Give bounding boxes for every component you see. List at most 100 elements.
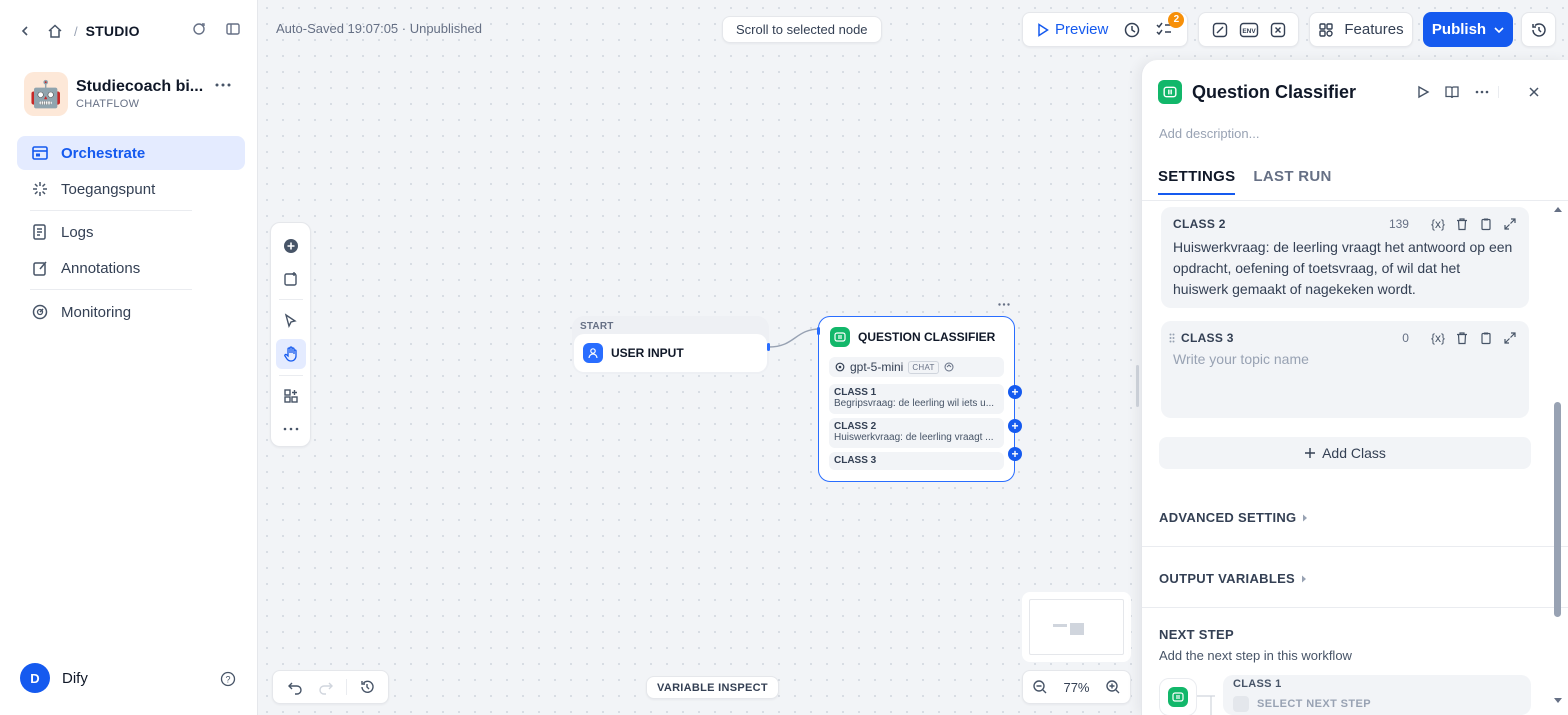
hand-icon[interactable] — [275, 339, 306, 369]
more-icon[interactable] — [276, 415, 306, 444]
divider — [1142, 200, 1568, 201]
nav-orchestrate[interactable]: Orchestrate — [17, 136, 245, 170]
nav-monitoring[interactable]: Monitoring — [17, 295, 245, 329]
orchestrate-icon — [31, 144, 49, 162]
class-text[interactable]: Huiswerkvraag: de leerling vraagt het an… — [1173, 237, 1517, 300]
plus-icon — [1305, 448, 1316, 458]
checklist-icon[interactable]: 2 — [1150, 11, 1185, 44]
add-next-node-handle[interactable]: + — [1008, 419, 1022, 433]
expand-icon[interactable] — [1503, 331, 1517, 345]
topic-name-input[interactable]: Write your topic name — [1173, 351, 1517, 367]
divider — [30, 289, 192, 290]
chevron-left-icon[interactable] — [14, 20, 36, 42]
output-variables-toggle[interactable]: OUTPUT VARIABLES — [1159, 571, 1307, 586]
history-icon — [1531, 22, 1546, 37]
undo-icon[interactable] — [284, 676, 306, 698]
checklist-badge: 2 — [1168, 11, 1185, 28]
home-icon[interactable] — [44, 20, 66, 42]
add-class-button[interactable]: Add Class — [1159, 437, 1531, 469]
model-selector[interactable]: gpt-5-mini CHAT — [829, 357, 1004, 377]
class-card[interactable]: CLASS 2 139 {x} Huiswerkvraag: de leerli… — [1161, 207, 1529, 308]
zoom-out-icon[interactable] — [1029, 676, 1051, 698]
section-title: OUTPUT VARIABLES — [1159, 571, 1296, 586]
section-title: ADVANCED SETTING — [1159, 510, 1297, 525]
publish-button[interactable]: Publish — [1423, 12, 1513, 47]
scrollbar-thumb[interactable] — [1554, 402, 1561, 617]
nav-toegangspunt[interactable]: Toegangspunt — [17, 172, 245, 206]
minimap[interactable] — [1022, 592, 1131, 662]
expand-icon[interactable] — [1503, 217, 1517, 231]
variable-inspect-button[interactable]: VARIABLE INSPECT — [646, 676, 779, 699]
divider — [30, 210, 192, 211]
add-next-node-handle[interactable]: + — [1008, 385, 1022, 399]
redo-icon[interactable] — [315, 676, 337, 698]
start-node[interactable]: START USER INPUT — [572, 316, 770, 374]
debug-icon[interactable] — [1207, 16, 1232, 44]
more-icon[interactable] — [212, 74, 234, 96]
nav-logs[interactable]: Logs — [17, 215, 245, 249]
sync-icon[interactable] — [188, 18, 210, 40]
divider — [278, 299, 303, 301]
insert-variable-icon[interactable]: {x} — [1431, 331, 1445, 345]
help-icon[interactable]: ? — [217, 668, 239, 690]
preview-button[interactable]: Preview — [1031, 21, 1114, 38]
copy-icon[interactable] — [1479, 217, 1493, 231]
user-input-icon — [583, 343, 603, 363]
drag-handle-icon[interactable] — [1169, 333, 1175, 343]
nav-annotations[interactable]: Annotations — [17, 251, 245, 285]
delete-icon[interactable] — [1455, 331, 1469, 345]
version-history-button[interactable] — [1521, 12, 1556, 47]
zoom-controls: 77% — [1022, 670, 1131, 704]
select-next-step-label: SELECT NEXT STEP — [1257, 698, 1371, 710]
scroll-down-icon[interactable] — [1553, 697, 1563, 704]
divider — [345, 679, 347, 695]
insert-variable-icon[interactable]: {x} — [1431, 217, 1445, 231]
help-doc-icon[interactable] — [1441, 81, 1463, 103]
more-icon[interactable] — [995, 297, 1013, 311]
tab-settings[interactable]: SETTINGS — [1158, 168, 1236, 195]
panel-resize-handle[interactable] — [1136, 365, 1139, 407]
zoom-in-icon[interactable] — [1102, 676, 1124, 698]
features-button[interactable]: Features — [1309, 12, 1413, 47]
next-step-branch: CLASS 1 SELECT NEXT STEP — [1223, 675, 1531, 715]
zoom-level[interactable]: 77% — [1063, 680, 1089, 695]
scroll-up-icon[interactable] — [1553, 206, 1563, 213]
nav-label: Orchestrate — [61, 144, 146, 162]
user-menu[interactable]: D Dify — [20, 663, 240, 693]
classifier-icon — [1158, 80, 1182, 104]
app-card[interactable]: 🤖 Studiecoach bi... CHATFLOW — [24, 72, 244, 116]
breadcrumb-studio[interactable]: STUDIO — [86, 23, 140, 39]
collapse-sidebar-icon[interactable] — [222, 18, 244, 40]
question-classifier-node[interactable]: QUESTION CLASSIFIER gpt-5-mini CHAT CLAS… — [817, 316, 1015, 482]
description-input[interactable]: Add description... — [1159, 126, 1259, 141]
features-icon — [1319, 22, 1334, 37]
node-handle[interactable] — [817, 327, 820, 335]
openai-icon — [835, 362, 845, 372]
add-note-icon[interactable] — [276, 264, 306, 293]
panel-title[interactable]: Question Classifier — [1192, 82, 1356, 103]
select-next-step-button[interactable]: SELECT NEXT STEP — [1233, 696, 1521, 712]
add-next-node-handle[interactable]: + — [1008, 447, 1022, 461]
tab-last-run[interactable]: LAST RUN — [1253, 168, 1331, 195]
pointer-icon[interactable] — [276, 306, 306, 335]
env-variables-icon[interactable]: ENV — [1236, 16, 1261, 44]
conversation-variables-icon[interactable] — [1265, 16, 1290, 44]
delete-icon[interactable] — [1455, 217, 1469, 231]
debug-toolbar: ENV — [1198, 12, 1299, 47]
run-node-icon[interactable] — [1412, 81, 1434, 103]
app-type: CHATFLOW — [76, 98, 140, 110]
more-icon[interactable] — [1471, 81, 1493, 103]
close-icon[interactable] — [1523, 81, 1545, 103]
advanced-setting-toggle[interactable]: ADVANCED SETTING — [1159, 510, 1308, 525]
history-run-icon[interactable] — [1118, 16, 1146, 44]
scroll-to-selected-button[interactable]: Scroll to selected node — [722, 16, 882, 43]
minimap-node — [1053, 624, 1067, 627]
history-icon[interactable] — [356, 676, 378, 698]
preview-label: Preview — [1055, 21, 1109, 38]
organize-blocks-icon[interactable] — [276, 382, 306, 411]
avatar: D — [20, 663, 50, 693]
node-handle[interactable] — [767, 343, 770, 351]
copy-icon[interactable] — [1479, 331, 1493, 345]
add-node-icon[interactable] — [276, 231, 306, 260]
class-card[interactable]: CLASS 3 0 {x} Write your topic name — [1161, 321, 1529, 418]
